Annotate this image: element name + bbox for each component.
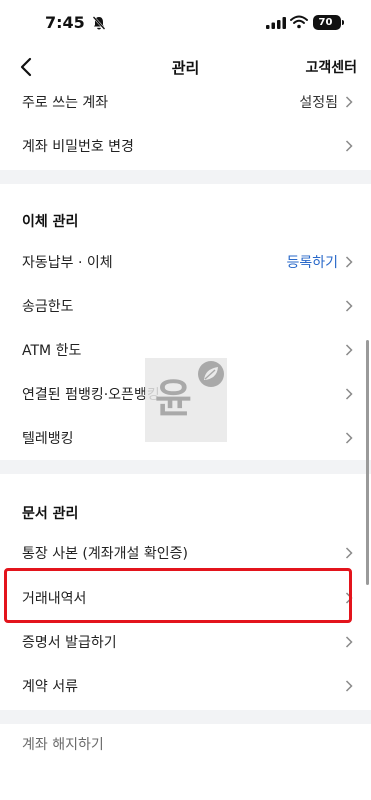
register-link[interactable]: 등록하기 xyxy=(286,252,338,272)
customer-center-link[interactable]: 고객센터 xyxy=(305,57,357,77)
wifi-icon xyxy=(290,15,308,29)
close-account-label: 계좌 해지하기 xyxy=(22,737,104,753)
row-label: 주로 쓰는 계좌 xyxy=(22,95,109,111)
status-bar: 7:45 70 xyxy=(0,0,371,46)
watermark-text: 윤 xyxy=(155,376,192,422)
row-label: 연결된 펌뱅킹·오픈뱅킹 xyxy=(22,387,160,403)
chevron-right-icon xyxy=(345,547,353,559)
row-contract-documents[interactable]: 계약 서류 xyxy=(0,664,371,708)
chevron-right-icon xyxy=(345,300,353,312)
back-button[interactable] xyxy=(14,54,40,80)
chevron-right-icon xyxy=(345,388,353,400)
row-transfer-limit[interactable]: 송금한도 xyxy=(0,284,371,328)
bell-muted-icon xyxy=(92,16,106,30)
leaf-icon xyxy=(198,361,224,387)
chevron-right-icon xyxy=(345,256,353,268)
section-title-documents: 문서 관리 xyxy=(22,506,79,522)
chevron-right-icon xyxy=(345,96,353,108)
row-value: 설정됨 xyxy=(299,95,338,111)
section-title-transfer: 이체 관리 xyxy=(22,214,79,230)
row-issue-certificate[interactable]: 증명서 발급하기 xyxy=(0,620,371,664)
row-label: 텔레뱅킹 xyxy=(22,431,74,447)
row-label: 통장 사본 (계좌개설 확인증) xyxy=(22,546,188,562)
section-divider xyxy=(0,460,371,474)
row-auto-payment[interactable]: 자동납부 · 이체 등록하기 xyxy=(0,240,371,284)
watermark-logo: 윤 xyxy=(145,358,227,442)
row-label: 증명서 발급하기 xyxy=(22,635,117,651)
row-label: 계약 서류 xyxy=(22,679,78,695)
battery-icon: 70 xyxy=(313,15,344,30)
row-main-account[interactable]: 주로 쓰는 계좌 설정됨 xyxy=(0,80,371,124)
chevron-right-icon xyxy=(345,432,353,444)
row-label: 송금한도 xyxy=(22,299,74,315)
row-account-password-change[interactable]: 계좌 비밀번호 변경 xyxy=(0,124,371,168)
scrollbar[interactable] xyxy=(366,340,369,585)
chevron-right-icon xyxy=(345,680,353,692)
row-label: 자동납부 · 이체 xyxy=(22,255,113,271)
row-close-account[interactable]: 계좌 해지하기 xyxy=(0,722,371,766)
chevron-right-icon xyxy=(345,140,353,152)
chevron-right-icon xyxy=(345,344,353,356)
status-time: 7:45 xyxy=(45,13,85,32)
row-label: ATM 한도 xyxy=(22,343,82,359)
section-divider xyxy=(0,170,371,184)
battery-level: 70 xyxy=(318,17,333,28)
row-label: 계좌 비밀번호 변경 xyxy=(22,139,134,155)
highlight-box xyxy=(4,568,352,623)
chevron-right-icon xyxy=(345,636,353,648)
signal-icon xyxy=(266,17,286,29)
